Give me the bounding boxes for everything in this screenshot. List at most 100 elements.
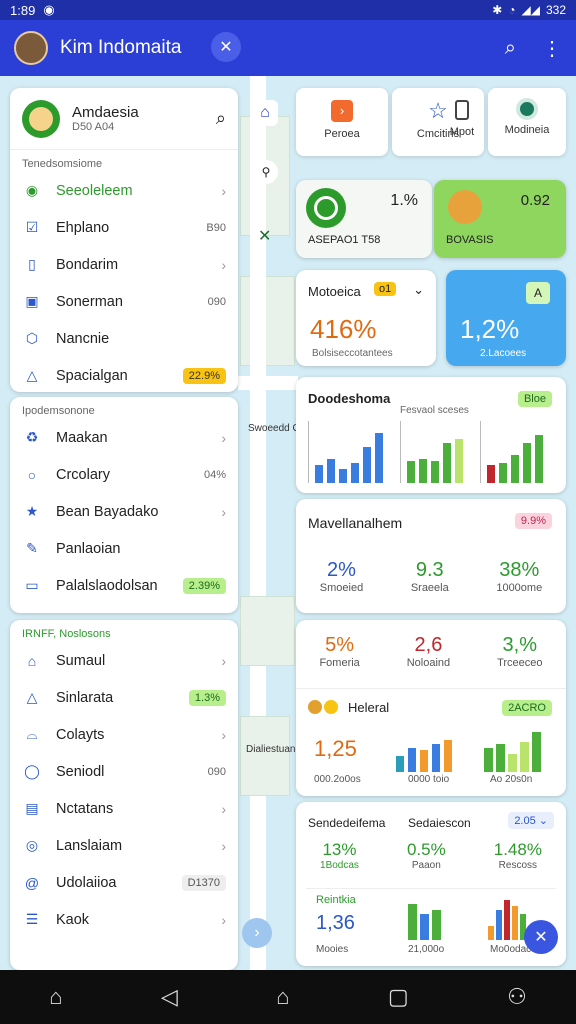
list-item-label: Crcolary [56, 466, 110, 483]
metrics-card[interactable]: Mavellanalhem 9.9% 2% Smoeied 9.3 Sraeela … [296, 499, 566, 613]
chevron-right-icon: › [221, 429, 226, 446]
list-item[interactable]: △ Spacialgan 22.9% [10, 357, 238, 394]
list-item-label: Kaok [56, 911, 90, 928]
app-bar: Kim Indomaita ✕ ⌕ ⋮ [0, 20, 576, 76]
stat-value: 1.% [390, 192, 418, 209]
at-icon: @ [24, 874, 40, 891]
back-icon[interactable]: ◁ [161, 984, 178, 1010]
tile-modineia[interactable]: Modineia [488, 88, 566, 156]
stat-card-2[interactable]: 0.92 BOVASIS [434, 180, 566, 258]
stat-card-4[interactable]: A 1,2% 2.Lacoees [446, 270, 566, 366]
profile-icon[interactable]: ⚇ [507, 984, 527, 1010]
list-item[interactable]: ★ Bean Bayadako › [10, 493, 238, 530]
chevron-right-icon: › [221, 182, 226, 199]
chevron-down-icon[interactable]: ⌄ [413, 282, 424, 298]
tile-peroea[interactable]: › Peroea [296, 88, 388, 156]
bar-chart-blue [308, 421, 394, 483]
list-item[interactable]: ⌓ Colayts › [10, 716, 238, 753]
home-map-icon[interactable]: ⌂ [252, 100, 278, 126]
metric-label: Rescoss [498, 860, 538, 871]
metric-value: 13% [322, 840, 357, 859]
more-icon[interactable]: ⋮ [542, 36, 562, 61]
metric-label: Sraeela [410, 582, 449, 594]
list-item[interactable]: △ Sinlarata 1.3% [10, 679, 238, 716]
tile-label: Mpot [449, 126, 475, 138]
list-item[interactable]: ⬡ Nancnie [10, 320, 238, 357]
list-item-label: Seeoleleem [56, 182, 133, 199]
chevron-right-icon: › [221, 652, 226, 669]
notification-icon: ◉ [43, 2, 55, 17]
item-value: B90 [206, 221, 226, 234]
stat-card-1[interactable]: 1.% ASEPAO1 T58 [296, 180, 432, 258]
stat-card-3[interactable]: Motoeica o1 ⌄ 416% Bolsiseccotantees [296, 270, 436, 366]
sub-title: Reintkia [316, 894, 356, 906]
close-fab-button[interactable]: ✕ [524, 920, 558, 954]
chart-label: 0000 toio [408, 774, 450, 785]
bar-chart-mixed [480, 421, 554, 483]
phone-icon: ▯ [28, 256, 36, 272]
home-icon[interactable]: ⌂ [276, 984, 289, 1010]
list-item-label: Udolaiioa [56, 874, 117, 891]
stat-label: ASEPAO1 T58 [308, 234, 381, 246]
period-select[interactable]: 2.05 ⌄ [508, 812, 554, 829]
chart-label: Ao 20s0n [490, 774, 533, 785]
list-item[interactable]: ▯ Bondarim › [10, 246, 238, 283]
list-item[interactable]: ◉ Seeoleleem › [10, 172, 238, 209]
badge: 2ACRO [502, 700, 552, 716]
profile-sub: D50 A04 [72, 121, 115, 133]
list-item[interactable]: ☑ Ehplano B90 [10, 209, 238, 246]
recents-icon[interactable]: ▢ [388, 984, 409, 1010]
section-title: Tenedsomsiome [22, 158, 103, 170]
status-bar: 1:89 ◉ ✱ ◔ ◢◢ 332 [0, 0, 576, 20]
list-item[interactable]: ⌂ Sumaul › [10, 642, 238, 679]
metric-label: Smoeied [319, 582, 364, 594]
edit-icon: ✎ [26, 540, 38, 556]
list-item-label: Bondarim [56, 256, 119, 273]
app-logo [22, 99, 60, 138]
pin-icon [516, 98, 538, 120]
item-value: 090 [207, 295, 226, 308]
list-item-label: Seniodl [56, 763, 105, 780]
search-icon[interactable]: ⌕ [505, 37, 516, 60]
avatar[interactable] [14, 31, 48, 65]
home-icon: ⌂ [27, 652, 37, 669]
chart-card-1[interactable]: Doodeshoma Fesvaol sceses Bloe [296, 377, 566, 493]
nav-bar: ⌂ ◁ ⌂ ▢ ⚇ [0, 970, 576, 1024]
card-title-2: Sedaiescon [408, 816, 471, 830]
home-outline-icon[interactable]: ⌂ [49, 984, 62, 1010]
list-item[interactable]: ☰ Kaok › [10, 901, 238, 938]
card-title: Motoeica [308, 284, 361, 299]
chevron-right-icon: › [221, 911, 226, 928]
close-button[interactable]: ✕ [211, 32, 241, 62]
location-icon[interactable]: ⚲ [254, 160, 278, 184]
chevron-right-icon: › [221, 800, 226, 817]
list-item-label: Colayts [56, 726, 105, 743]
list-item[interactable]: ✎ Panlaoian [10, 530, 238, 567]
list-item[interactable]: @ Udolaiioa D1370 [10, 864, 238, 901]
text-icon: A [526, 282, 550, 304]
list-item[interactable]: ▣ Sonerman 090 [10, 283, 238, 320]
shield-icon [448, 190, 482, 224]
metric-label: Noloaind [406, 657, 451, 669]
profile-name: Amdaesia [72, 104, 139, 121]
card-title: Doodeshoma [308, 391, 391, 406]
list-item[interactable]: ▤ Nctatans › [10, 790, 238, 827]
heleral-card[interactable]: 5% Fomeria 2,6 Noloaind 3,% Trceeceo Helera… [296, 620, 566, 796]
badge: Bloe [517, 391, 552, 407]
bluetooth-icon: ✱ [492, 3, 503, 17]
search-icon[interactable]: ⌕ [216, 108, 226, 129]
list-item[interactable]: ◎ Lanslaiam › [10, 827, 238, 864]
tile-mpot[interactable]: Mpot [440, 88, 484, 156]
check-icon: ☑ [25, 219, 39, 235]
metric-value: 0.5% [406, 840, 446, 859]
list-item[interactable]: ▭ Palalslaodolsan 2.39% [10, 567, 238, 604]
stat-label: 2.Lacoees [480, 348, 527, 359]
metric-label: Fomeria [319, 657, 360, 669]
list-item-label: Maakan [56, 429, 108, 446]
list-item[interactable]: ○ Crcolary 04% [10, 456, 238, 493]
list-item[interactable]: ♻ Maakan › [10, 419, 238, 456]
list-item-label: Sinlarata [56, 689, 114, 706]
list-item[interactable]: ◯ Seniodl 090 [10, 753, 238, 790]
close-map-icon[interactable]: ✕ [258, 226, 271, 246]
expand-button[interactable]: › [242, 918, 272, 948]
